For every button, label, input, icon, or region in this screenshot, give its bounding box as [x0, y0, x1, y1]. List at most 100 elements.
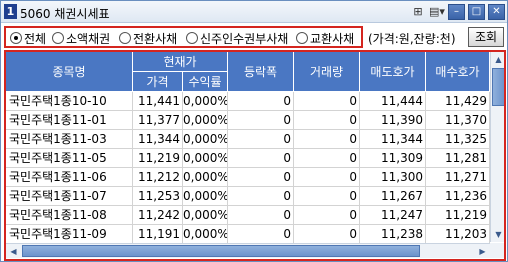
- quote-grid: 종목명 현재가 가격 수익률 등락폭 거래량 매도호가 매수호가 국민주택1종1…: [4, 50, 506, 261]
- cell-name: 국민주택1종11-09: [6, 225, 133, 244]
- cell-change: 0: [228, 149, 294, 168]
- cell-name: 국민주택1종11-05: [6, 149, 133, 168]
- cell-change: 0: [228, 92, 294, 111]
- cell-price: 11,344: [133, 130, 183, 149]
- scroll-left-icon[interactable]: ◀: [6, 244, 21, 259]
- cell-bid: 11,325: [426, 130, 490, 149]
- horizontal-scroll-thumb[interactable]: [22, 245, 420, 257]
- menu-icon[interactable]: ▤▾: [429, 4, 445, 20]
- cell-volume: 0: [294, 206, 360, 225]
- window-title: 5060 채권시세표: [20, 7, 110, 21]
- cell-name: 국민주택1종11-03: [6, 130, 133, 149]
- section-badge-1: 1: [4, 4, 17, 19]
- cell-yield: 0,000%: [183, 149, 228, 168]
- header-ask[interactable]: 매도호가: [360, 52, 426, 92]
- pin-icon[interactable]: ⊞: [410, 4, 426, 20]
- horizontal-scrollbar[interactable]: ◀ ▶: [6, 243, 490, 258]
- cell-ask: 11,444: [360, 92, 426, 111]
- header-name[interactable]: 종목명: [6, 52, 133, 92]
- cell-yield: 0,000%: [183, 225, 228, 244]
- cell-change: 0: [228, 111, 294, 130]
- cell-ask: 11,309: [360, 149, 426, 168]
- cell-bid: 11,281: [426, 149, 490, 168]
- vertical-scroll-thumb[interactable]: [492, 68, 504, 106]
- radio-label: 소액채권: [66, 31, 111, 46]
- cell-yield: 0,000%: [183, 187, 228, 206]
- cell-bid: 11,203: [426, 225, 490, 244]
- cell-volume: 0: [294, 187, 360, 206]
- cell-price: 11,212: [133, 168, 183, 187]
- table-row[interactable]: 국민주택1종11-05 11,219 0,000% 0 0 11,309 11,281: [6, 149, 490, 168]
- header-yield[interactable]: 수익률: [183, 72, 228, 92]
- cell-price: 11,377: [133, 111, 183, 130]
- cell-ask: 11,267: [360, 187, 426, 206]
- header-change[interactable]: 등락폭: [228, 52, 294, 92]
- search-button[interactable]: 조회: [468, 27, 504, 47]
- table-row[interactable]: 국민주택1종11-03 11,344 0,000% 0 0 11,344 11,325: [6, 130, 490, 149]
- table-row[interactable]: 국민주택1종10-10 11,441 0,000% 0 0 11,444 11,429: [6, 92, 490, 111]
- cell-change: 0: [228, 168, 294, 187]
- close-icon[interactable]: ✕: [488, 4, 505, 20]
- minimize-icon[interactable]: –: [448, 4, 465, 20]
- scroll-down-icon[interactable]: ▼: [491, 227, 504, 242]
- cell-price: 11,441: [133, 92, 183, 111]
- table-row[interactable]: 국민주택1종11-08 11,242 0,000% 0 0 11,247 11,219: [6, 206, 490, 225]
- cell-volume: 0: [294, 92, 360, 111]
- radio-indicator: [119, 32, 131, 44]
- header-price[interactable]: 가격: [133, 72, 183, 92]
- restore-icon[interactable]: □: [468, 4, 485, 20]
- scroll-corner: [490, 243, 504, 258]
- cell-bid: 11,271: [426, 168, 490, 187]
- vertical-scrollbar[interactable]: ▲ ▼: [490, 52, 504, 242]
- cell-ask: 11,300: [360, 168, 426, 187]
- header-bid[interactable]: 매수호가: [426, 52, 490, 92]
- cell-price: 11,253: [133, 187, 183, 206]
- title-bar[interactable]: 1 5060 채권시세표 ⊞ ▤▾ – □ ✕: [1, 1, 507, 23]
- radio-warrant-bond[interactable]: 신주인수권부사채: [186, 31, 289, 46]
- cell-ask: 11,344: [360, 130, 426, 149]
- radio-indicator: [52, 32, 64, 44]
- cell-name: 국민주택1종11-01: [6, 111, 133, 130]
- cell-name: 국민주택1종11-06: [6, 168, 133, 187]
- table-row[interactable]: 국민주택1종11-09 11,191 0,000% 0 0 11,238 11,203: [6, 225, 490, 244]
- cell-name: 국민주택1종10-10: [6, 92, 133, 111]
- cell-change: 0: [228, 206, 294, 225]
- cell-volume: 0: [294, 130, 360, 149]
- cell-bid: 11,429: [426, 92, 490, 111]
- radio-label: 교환사채: [310, 31, 355, 46]
- radio-indicator: [10, 32, 22, 44]
- cell-bid: 11,236: [426, 187, 490, 206]
- cell-ask: 11,247: [360, 206, 426, 225]
- cell-bid: 11,219: [426, 206, 490, 225]
- table-row[interactable]: 국민주택1종11-06 11,212 0,000% 0 0 11,300 11,271: [6, 168, 490, 187]
- cell-yield: 0,000%: [183, 111, 228, 130]
- radio-small-bond[interactable]: 소액채권: [52, 31, 111, 46]
- radio-convertible-bond[interactable]: 전환사채: [119, 31, 178, 46]
- cell-yield: 0,000%: [183, 206, 228, 225]
- radio-label: 신주인수권부사채: [200, 31, 289, 46]
- header-current-price[interactable]: 현재가: [133, 52, 228, 72]
- cell-volume: 0: [294, 168, 360, 187]
- table-row[interactable]: 국민주택1종11-01 11,377 0,000% 0 0 11,390 11,370: [6, 111, 490, 130]
- cell-yield: 0,000%: [183, 168, 228, 187]
- radio-exchangeable-bond[interactable]: 교환사채: [296, 31, 355, 46]
- cell-change: 0: [228, 130, 294, 149]
- title-bar-controls: ⊞ ▤▾ – □ ✕: [410, 4, 505, 20]
- cell-ask: 11,390: [360, 111, 426, 130]
- radio-all[interactable]: 전체: [10, 31, 47, 46]
- bond-type-filter: 전체 소액채권 전환사채 신주인수권부사채 교환사채: [4, 26, 363, 48]
- unit-label: (가격:원,잔량:천): [368, 32, 456, 46]
- bond-quote-window: 1 5060 채권시세표 ⊞ ▤▾ – □ ✕ 전체 소액채권 전환사채 신주인…: [0, 0, 508, 262]
- scroll-up-icon[interactable]: ▲: [491, 52, 504, 67]
- cell-name: 국민주택1종11-07: [6, 187, 133, 206]
- header-volume[interactable]: 거래량: [294, 52, 360, 92]
- radio-label: 전체: [24, 31, 47, 46]
- cell-change: 0: [228, 187, 294, 206]
- cell-bid: 11,370: [426, 111, 490, 130]
- radio-label: 전환사채: [133, 31, 178, 46]
- cell-price: 11,219: [133, 149, 183, 168]
- cell-ask: 11,238: [360, 225, 426, 244]
- scroll-right-icon[interactable]: ▶: [475, 244, 490, 259]
- cell-name: 국민주택1종11-08: [6, 206, 133, 225]
- table-row[interactable]: 국민주택1종11-07 11,253 0,000% 0 0 11,267 11,236: [6, 187, 490, 206]
